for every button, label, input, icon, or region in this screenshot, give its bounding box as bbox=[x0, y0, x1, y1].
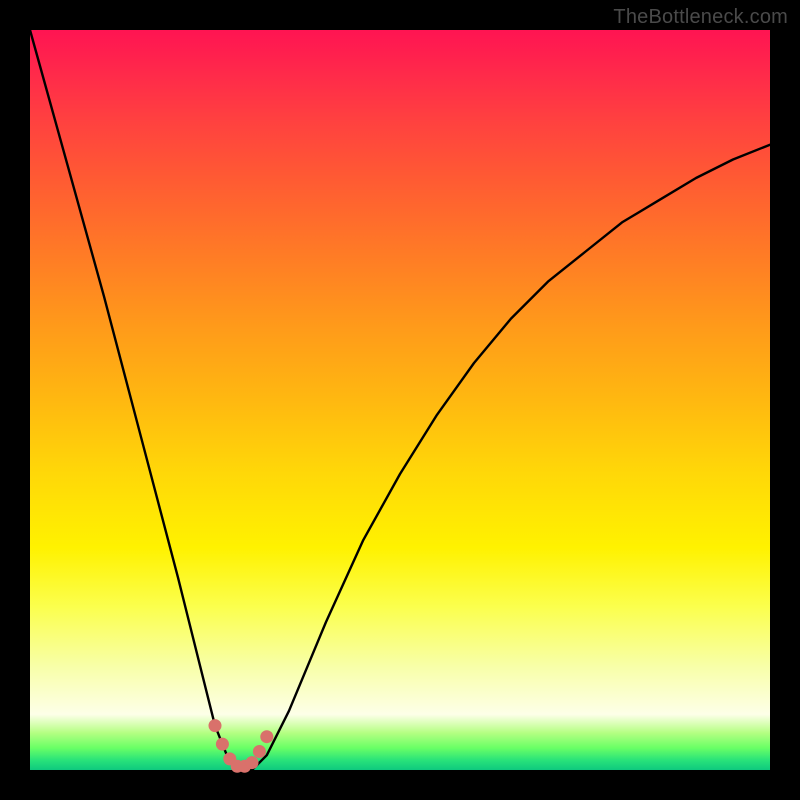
marker-dot bbox=[260, 730, 273, 743]
marker-dot bbox=[209, 719, 222, 732]
chart-svg bbox=[30, 30, 770, 770]
chart-frame: TheBottleneck.com bbox=[0, 0, 800, 800]
marker-dot bbox=[216, 738, 229, 751]
curve-path bbox=[30, 30, 770, 770]
marker-dots bbox=[209, 719, 274, 773]
plot-area bbox=[30, 30, 770, 770]
watermark-text: TheBottleneck.com bbox=[613, 6, 788, 29]
bottleneck-curve bbox=[30, 30, 770, 770]
marker-dot bbox=[246, 756, 259, 769]
marker-dot bbox=[253, 745, 266, 758]
